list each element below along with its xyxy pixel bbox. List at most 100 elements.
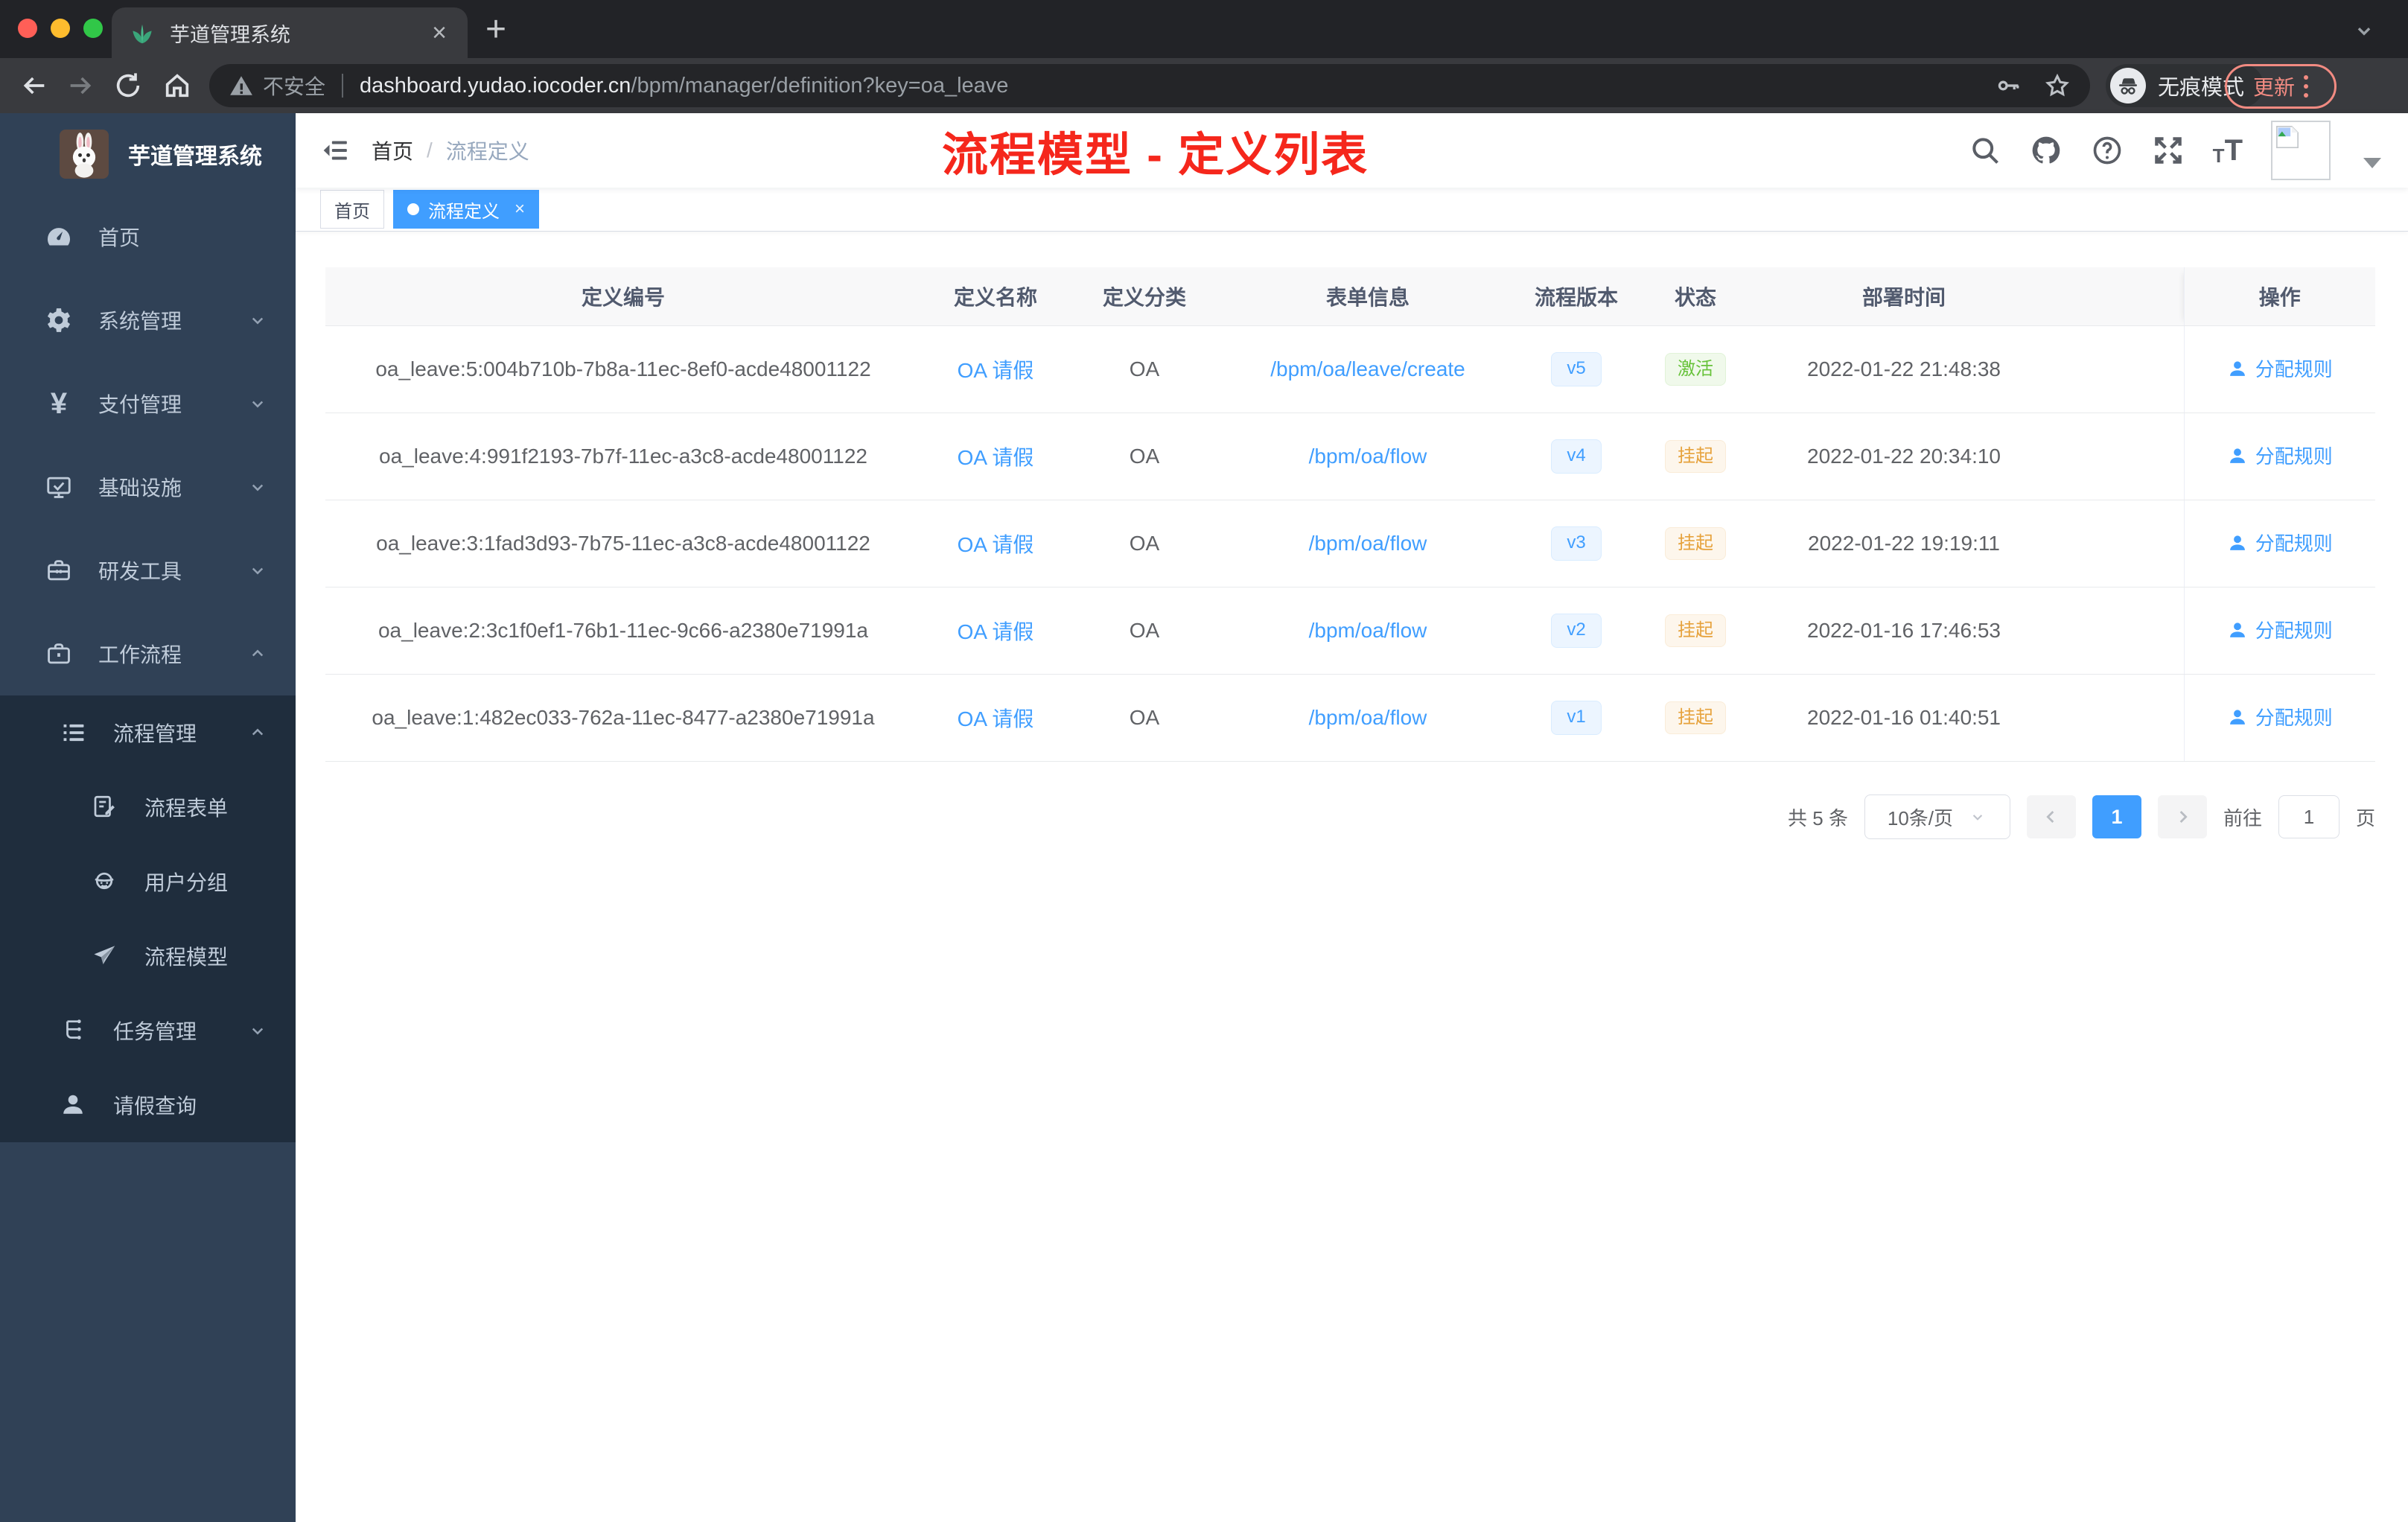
status-badge: 挂起	[1665, 527, 1726, 560]
cell-id: oa_leave:1:482ec033-762a-11ec-8477-a2380…	[325, 674, 921, 762]
form-link[interactable]: /bpm/oa/flow	[1309, 532, 1427, 555]
url-text[interactable]: dashboard.yudao.iocoder.cn/bpm/manager/d…	[360, 74, 1995, 98]
sidebar-collapse-icon[interactable]	[320, 136, 350, 165]
sidebar-item-process-model[interactable]: 流程模型	[0, 919, 296, 993]
back-icon[interactable]	[19, 71, 49, 101]
sidebar-item-process-management[interactable]: 流程管理	[0, 695, 296, 770]
sidebar-item-infrastructure[interactable]: 基础设施	[0, 445, 296, 529]
browser-update-button[interactable]: 更新	[2225, 64, 2337, 109]
definition-name-link[interactable]: OA 请假	[958, 533, 1034, 556]
status-badge: 挂起	[1665, 614, 1726, 647]
form-link[interactable]: /bpm/oa/flow	[1309, 619, 1427, 642]
page-number-button[interactable]: 1	[2092, 795, 2141, 838]
sidebar-item-user-group[interactable]: 用户分组	[0, 844, 296, 919]
col-status: 状态	[1636, 267, 1755, 326]
user-icon	[2227, 707, 2248, 727]
page-size-select[interactable]: 10条/页	[1864, 795, 2010, 839]
status-badge: 激活	[1665, 353, 1726, 386]
user-icon	[2227, 532, 2248, 553]
address-bar[interactable]: 不安全 dashboard.yudao.iocoder.cn/bpm/manag…	[209, 64, 2090, 107]
assign-rule-link[interactable]: 分配规则	[2227, 616, 2333, 643]
form-link[interactable]: /bpm/oa/leave/create	[1270, 357, 1465, 380]
reload-icon[interactable]	[113, 71, 143, 101]
definition-name-link[interactable]: OA 请假	[958, 446, 1034, 469]
search-icon[interactable]	[1969, 134, 2001, 167]
cell-time: 2022-01-16 01:40:51	[1755, 674, 2053, 762]
paper-plane-icon	[91, 942, 119, 970]
definition-name-link[interactable]: OA 请假	[958, 620, 1034, 643]
tab-search-chevron-icon[interactable]	[2351, 18, 2377, 43]
sidebar-item-process-form[interactable]: 流程表单	[0, 770, 296, 844]
goto-page-input[interactable]	[2278, 795, 2339, 838]
version-badge: v2	[1551, 614, 1602, 648]
browser-toolbar: 不安全 dashboard.yudao.iocoder.cn/bpm/manag…	[0, 58, 2408, 113]
tag-close-icon[interactable]: ×	[515, 199, 525, 220]
tag-process-definition[interactable]: 流程定义 ×	[393, 190, 540, 229]
version-badge: v4	[1551, 439, 1602, 474]
help-icon[interactable]	[2091, 134, 2124, 167]
github-icon[interactable]	[2030, 134, 2063, 167]
version-badge: v1	[1551, 701, 1602, 735]
tab-close-icon[interactable]: ×	[427, 20, 451, 45]
chevron-up-icon	[246, 722, 269, 744]
table-row: oa_leave:1:482ec033-762a-11ec-8477-a2380…	[325, 674, 2375, 762]
monitor-icon	[45, 473, 73, 501]
prev-page-button[interactable]	[2026, 795, 2076, 838]
assign-rule-link[interactable]: 分配规则	[2227, 529, 2333, 556]
goto-label: 前往	[2223, 806, 2262, 830]
security-warning-icon[interactable]	[229, 73, 254, 98]
tag-label: 首页	[334, 201, 370, 222]
assign-rule-link[interactable]: 分配规则	[2227, 703, 2333, 730]
definition-name-link[interactable]: OA 请假	[958, 707, 1034, 730]
form-link[interactable]: /bpm/oa/flow	[1309, 445, 1427, 468]
sidebar-item-label: 请假查询	[113, 1095, 197, 1118]
sidebar-item-workflow[interactable]: 工作流程	[0, 612, 296, 695]
breadcrumb: 首页 / 流程定义	[372, 113, 529, 188]
sidebar-item-home[interactable]: 首页	[0, 195, 296, 278]
sidebar-item-system[interactable]: 系统管理	[0, 278, 296, 362]
url-path: /bpm/manager/definition?key=oa_leave	[631, 73, 1009, 98]
cell-id: oa_leave:4:991f2193-7b7f-11ec-a3c8-acde4…	[325, 413, 921, 500]
home-icon[interactable]	[162, 71, 192, 101]
person-icon	[60, 1091, 88, 1119]
tag-home[interactable]: 首页	[320, 190, 384, 229]
logo-avatar	[60, 130, 109, 179]
browser-tab[interactable]: 芋道管理系统 ×	[112, 7, 468, 58]
sidebar-item-task-management[interactable]: 任务管理	[0, 993, 296, 1068]
cell-category: OA	[1070, 413, 1219, 500]
forward-icon[interactable]	[66, 71, 95, 101]
minimize-window-button[interactable]	[51, 19, 70, 38]
zoom-window-button[interactable]	[83, 19, 103, 38]
bookmark-star-icon[interactable]	[2044, 72, 2071, 99]
avatar-caret-icon[interactable]	[2363, 158, 2381, 168]
user-icon	[2227, 445, 2248, 466]
next-page-button[interactable]	[2157, 795, 2207, 838]
col-time: 部署时间	[1755, 267, 2053, 326]
assign-rule-link[interactable]: 分配规则	[2227, 442, 2333, 469]
close-window-button[interactable]	[18, 19, 37, 38]
sidebar-item-leave-query[interactable]: 请假查询	[0, 1068, 296, 1142]
password-key-icon[interactable]	[1995, 72, 2022, 99]
form-link[interactable]: /bpm/oa/flow	[1309, 706, 1427, 729]
new-tab-button[interactable]: +	[485, 9, 506, 50]
sidebar-logo-row[interactable]: 芋道管理系统	[0, 113, 296, 195]
sidebar-item-devtools[interactable]: 研发工具	[0, 529, 296, 612]
sidebar-item-label: 流程模型	[144, 946, 229, 969]
definition-name-link[interactable]: OA 请假	[958, 359, 1034, 382]
user-icon	[2227, 358, 2248, 379]
pagination: 共 5 条 10条/页 1 前往 页	[325, 795, 2375, 839]
cell-time: 2022-01-22 19:19:11	[1755, 500, 2053, 588]
breadcrumb-home[interactable]: 首页	[372, 136, 413, 165]
fullscreen-icon[interactable]	[2152, 134, 2185, 167]
font-size-icon[interactable]: TT	[2213, 136, 2243, 165]
sidebar-item-payment[interactable]: ¥ 支付管理	[0, 362, 296, 445]
browser-menu-icon[interactable]	[2304, 75, 2308, 98]
security-label[interactable]: 不安全	[263, 71, 325, 101]
avatar-broken-image[interactable]	[2271, 121, 2331, 180]
sidebar-item-label: 支付管理	[98, 393, 182, 416]
sidebar-item-label: 研发工具	[98, 560, 182, 583]
version-badge: v3	[1551, 526, 1602, 561]
chevron-down-icon	[1968, 807, 1987, 827]
page-annotation-title: 流程模型 - 定义列表	[942, 130, 1369, 181]
assign-rule-link[interactable]: 分配规则	[2227, 354, 2333, 382]
